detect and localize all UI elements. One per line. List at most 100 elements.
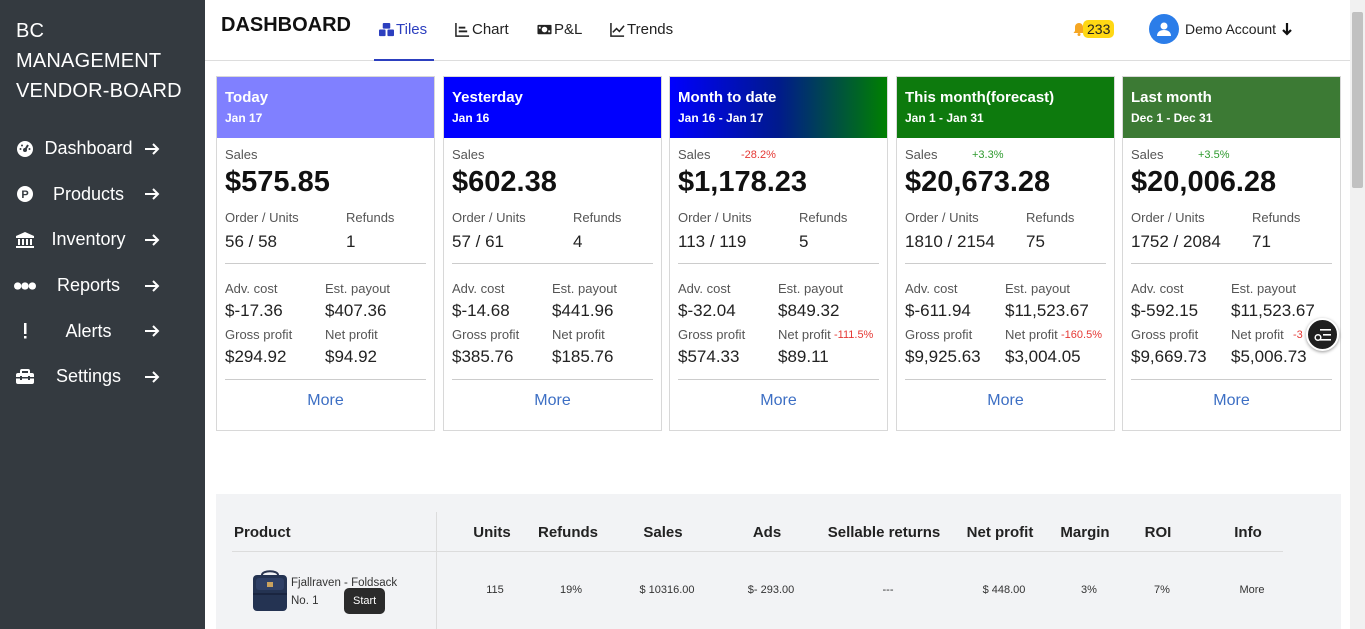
column-header-info[interactable]: Info: [1234, 524, 1262, 541]
gross-profit-label: Gross profit: [1131, 327, 1199, 342]
refunds-label: Refunds: [1252, 210, 1301, 225]
column-header-units[interactable]: Units: [473, 524, 511, 541]
scrollbar-thumb[interactable]: [1352, 12, 1363, 188]
column-header-margin[interactable]: Margin: [1060, 524, 1109, 541]
start-tooltip[interactable]: Start: [344, 588, 386, 614]
sidebar-nav: Dashboard P Products Inventory Reports A…: [0, 126, 205, 400]
refunds-value: 1: [346, 232, 356, 251]
net-profit-value: $185.76: [552, 347, 614, 366]
divider: [905, 263, 1106, 264]
arrow-down-icon: [1282, 23, 1292, 36]
product-thumbnail: [253, 570, 287, 611]
column-header-sellable-returns[interactable]: Sellable returns: [828, 524, 941, 541]
brand-line-1: BC: [16, 20, 45, 42]
notifications[interactable]: 233: [1073, 20, 1115, 38]
refunds-value: 71: [1252, 232, 1271, 251]
divider: [905, 379, 1106, 380]
sales-value: $602.38: [452, 166, 557, 198]
net-profit-value: $94.92: [325, 347, 377, 366]
orders-label: Order / Units: [905, 210, 979, 225]
divider: [1131, 263, 1332, 264]
adv-cost-label: Adv. cost: [678, 281, 731, 296]
adv-cost-value: $-14.68: [452, 301, 510, 320]
orders-value: 56 / 58: [225, 232, 277, 251]
column-header-roi[interactable]: ROI: [1145, 524, 1172, 541]
card-header: Today Jan 17: [217, 77, 434, 138]
net-profit-label: Net profit: [325, 327, 378, 342]
payout-label: Est. payout: [552, 281, 618, 296]
column-header-sales[interactable]: Sales: [643, 524, 682, 541]
refunds-cell: 19%: [559, 584, 583, 596]
divider: [225, 263, 426, 264]
adv-cost-value: $-32.04: [678, 301, 736, 320]
payout-label: Est. payout: [1231, 281, 1297, 296]
info-more-link[interactable]: More: [1239, 584, 1264, 596]
more-link[interactable]: More: [678, 392, 879, 410]
gross-profit-label: Gross profit: [225, 327, 293, 342]
sales-label: Sales: [452, 147, 485, 162]
sidebar-item-reports[interactable]: Reports: [0, 263, 205, 309]
tab-tiles[interactable]: Tiles: [379, 21, 427, 38]
chart-icon: [455, 22, 470, 37]
orders-value: 1752 / 2084: [1131, 232, 1221, 251]
column-header-refunds[interactable]: Refunds: [538, 524, 598, 541]
orders-value: 1810 / 2154: [905, 232, 995, 251]
arrow-right-icon: [145, 371, 160, 383]
sales-label: Sales: [678, 147, 711, 162]
divider: [452, 263, 653, 264]
refunds-label: Refunds: [346, 210, 395, 225]
trend-icon: [610, 22, 625, 37]
orders-value: 57 / 61: [452, 232, 504, 251]
units-cell: 115: [486, 584, 504, 596]
orders-value: 113 / 119: [678, 232, 747, 251]
payout-value: $407.36: [325, 301, 387, 320]
card-date-range: Jan 1 - Jan 31: [905, 111, 984, 125]
payout-value: $441.96: [552, 301, 614, 320]
page-title: DASHBOARD: [221, 14, 351, 36]
net-profit-value: $3,004.05: [1005, 347, 1081, 366]
more-link[interactable]: More: [1131, 392, 1332, 410]
adv-cost-label: Adv. cost: [452, 281, 505, 296]
sidebar-item-settings[interactable]: Settings: [0, 354, 205, 400]
more-link[interactable]: More: [452, 392, 653, 410]
tab-pnl[interactable]: P&L: [537, 21, 582, 38]
column-header-product[interactable]: Product: [234, 524, 291, 541]
tab-chart[interactable]: Chart: [455, 21, 509, 38]
arrow-right-icon: [145, 234, 160, 246]
divider: [452, 379, 653, 380]
more-link[interactable]: More: [905, 392, 1106, 410]
arrow-right-icon: [145, 188, 160, 201]
card-month-to-date: Month to date Jan 16 - Jan 17 Sales -28.…: [669, 76, 888, 431]
gross-profit-label: Gross profit: [905, 327, 973, 342]
tab-trends[interactable]: Trends: [610, 21, 673, 38]
sidebar-item-dashboard[interactable]: Dashboard: [0, 126, 205, 172]
sidebar-item-alerts[interactable]: Alerts: [0, 308, 205, 354]
account-name: Demo Account: [1185, 21, 1277, 37]
sidebar-item-products[interactable]: P Products: [0, 172, 205, 218]
sales-label: Sales: [1131, 147, 1164, 162]
gross-profit-value: $9,669.73: [1131, 347, 1207, 366]
refunds-label: Refunds: [573, 210, 622, 225]
card-title: Month to date: [678, 89, 777, 106]
column-header-ads[interactable]: Ads: [753, 524, 781, 541]
more-link[interactable]: More: [225, 392, 426, 410]
sales-label: Sales: [225, 147, 258, 162]
sales-change: +3.5%: [1198, 149, 1230, 161]
sales-value: $575.85: [225, 166, 330, 198]
payout-label: Est. payout: [778, 281, 844, 296]
refunds-label: Refunds: [1026, 210, 1075, 225]
card-date-range: Jan 17: [225, 111, 263, 125]
summary-cards: Today Jan 17 Sales $575.85 Order / Units…: [216, 76, 1341, 431]
net-profit-label: Net profit: [1005, 327, 1058, 342]
card-date-range: Jan 16: [452, 111, 490, 125]
arrow-right-icon: [145, 143, 160, 155]
floating-menu-button[interactable]: [1306, 318, 1339, 351]
sidebar-item-inventory[interactable]: Inventory: [0, 217, 205, 263]
net-profit-cell: $ 448.00: [982, 584, 1026, 596]
orders-label: Order / Units: [678, 210, 752, 225]
account-menu[interactable]: Demo Account: [1149, 14, 1292, 44]
payout-label: Est. payout: [325, 281, 391, 296]
column-header-net-profit[interactable]: Net profit: [967, 524, 1034, 541]
card-title: Yesterday: [452, 89, 523, 106]
net-profit-label: Net profit: [552, 327, 605, 342]
